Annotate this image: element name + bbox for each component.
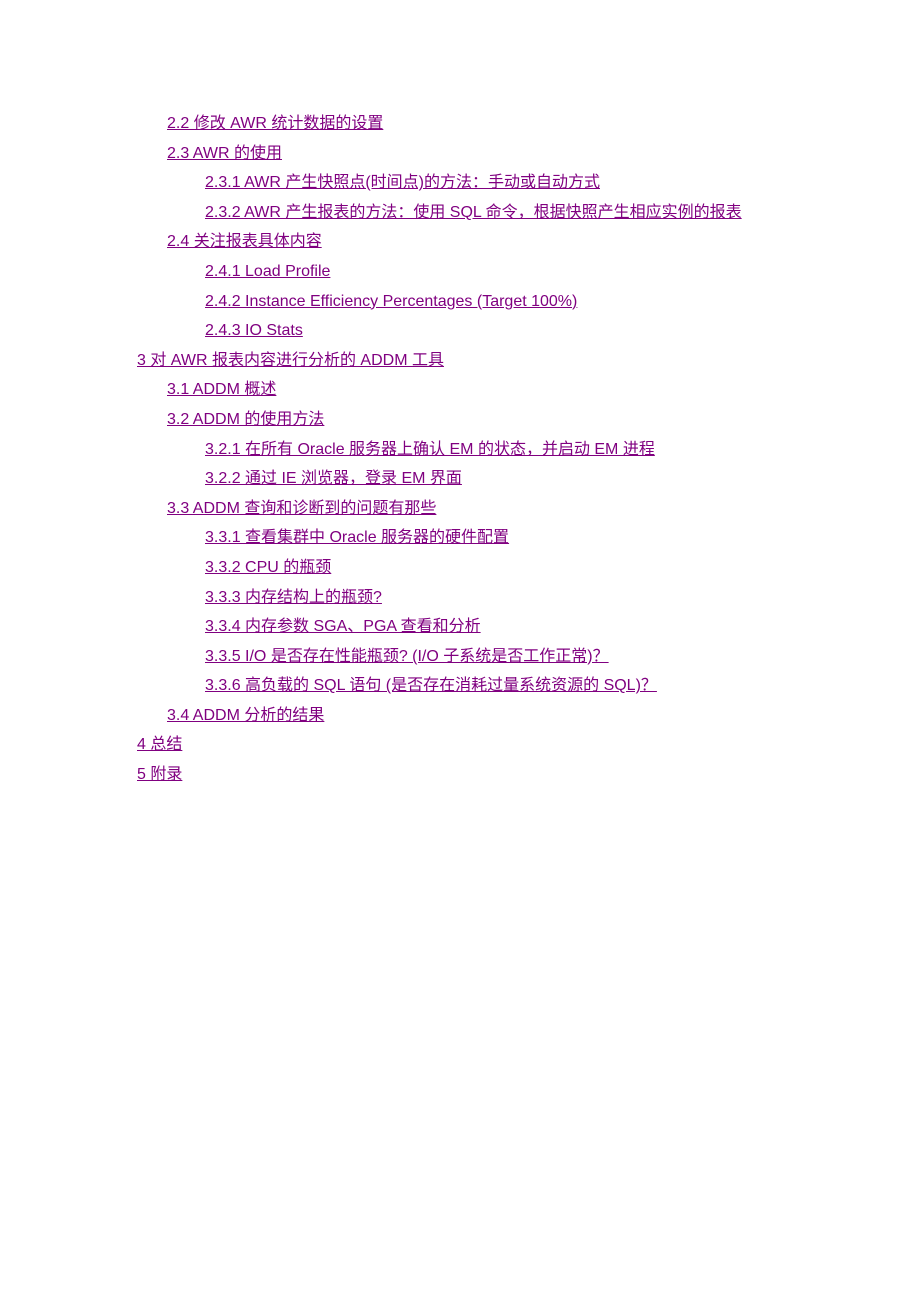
toc-link[interactable]: 2.4.1 Load Profile <box>205 263 330 280</box>
toc-link[interactable]: 2.3.2 AWR 产生报表的方法：使用 SQL 命令，根据快照产生相应实例的报… <box>205 204 742 221</box>
toc-link[interactable]: 3.3.4 内存参数 SGA、PGA 查看和分析 <box>205 618 481 635</box>
toc-link[interactable]: 3.2.2 通过 IE 浏览器，登录 EM 界面 <box>205 470 462 487</box>
toc-link[interactable]: 3 对 AWR 报表内容进行分析的 ADDM 工具 <box>137 352 444 369</box>
toc-link[interactable]: 4 总结 <box>137 736 182 753</box>
toc-link[interactable]: 3.1 ADDM 概述 <box>167 381 276 398</box>
toc-link[interactable]: 2.4 关注报表具体内容 <box>167 233 322 250</box>
toc-link[interactable]: 5 附录 <box>137 766 182 783</box>
toc-link[interactable]: 3.4 ADDM 分析的结果 <box>167 707 324 724</box>
toc-link[interactable]: 3.3.3 内存结构上的瓶颈? <box>205 589 382 606</box>
toc-link[interactable]: 3.3.5 I/O 是否存在性能瓶颈? (I/O 子系统是否工作正常)？ <box>205 648 609 665</box>
toc-link[interactable]: 2.3.1 AWR 产生快照点(时间点)的方法：手动或自动方式 <box>205 174 600 191</box>
toc-link[interactable]: 3.3.6 高负载的 SQL 语句 (是否存在消耗过量系统资源的 SQL)？ <box>205 677 657 694</box>
toc-link[interactable]: 3.3.1 查看集群中 Oracle 服务器的硬件配置 <box>205 529 509 546</box>
toc-link[interactable]: 3.2 ADDM 的使用方法 <box>167 411 324 428</box>
toc-link[interactable]: 3.3 ADDM 查询和诊断到的问题有那些 <box>167 500 436 517</box>
toc-link[interactable]: 2.3 AWR 的使用 <box>167 145 282 162</box>
toc-link[interactable]: 2.4.2 Instance Efficiency Percentages (T… <box>205 293 577 310</box>
table-of-contents: 2.2 修改 AWR 统计数据的设置 2.3 AWR 的使用 2.3.1 AWR… <box>137 109 920 790</box>
toc-link[interactable]: 2.4.3 IO Stats <box>205 322 303 339</box>
toc-link[interactable]: 2.2 修改 AWR 统计数据的设置 <box>167 115 383 132</box>
toc-link[interactable]: 3.2.1 在所有 Oracle 服务器上确认 EM 的状态，并启动 EM 进程 <box>205 441 655 458</box>
toc-link[interactable]: 3.3.2 CPU 的瓶颈 <box>205 559 331 576</box>
